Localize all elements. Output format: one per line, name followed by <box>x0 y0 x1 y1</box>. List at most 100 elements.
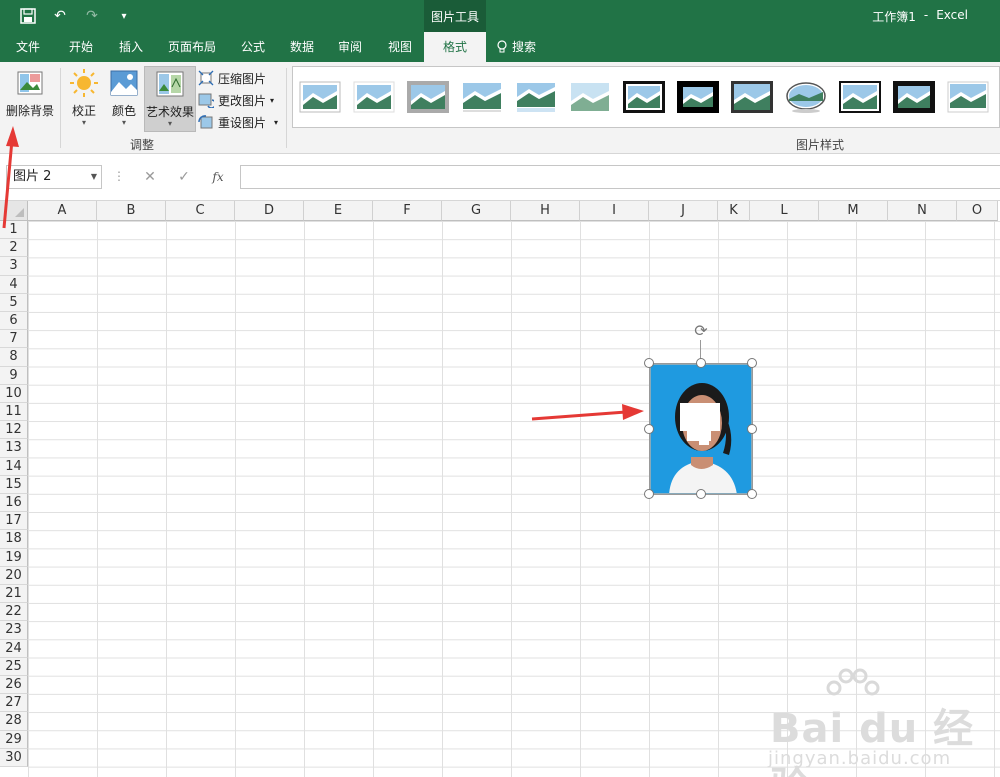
column-header[interactable]: O <box>957 201 998 221</box>
confirm-entry-button[interactable]: ✓ <box>174 167 194 187</box>
undo-icon[interactable]: ↶ <box>50 6 70 26</box>
picture-style-thumb[interactable] <box>515 81 557 113</box>
tab-review[interactable]: 审阅 <box>330 32 370 62</box>
row-header[interactable]: 9 <box>0 366 28 385</box>
rotate-handle-icon[interactable]: ⟳ <box>692 322 710 340</box>
insert-function-button[interactable]: fx <box>208 167 228 187</box>
row-header[interactable]: 20 <box>0 566 28 585</box>
row-header[interactable]: 14 <box>0 457 28 476</box>
save-icon[interactable] <box>18 6 38 26</box>
tab-view[interactable]: 视图 <box>380 32 420 62</box>
row-header[interactable]: 23 <box>0 621 28 640</box>
watermark-sub-text: jingyan.baidu.com <box>768 748 952 769</box>
column-header[interactable]: M <box>819 201 888 221</box>
color-button[interactable]: 颜色 ▾ <box>104 66 144 132</box>
resize-handle-top[interactable] <box>696 358 706 368</box>
row-header[interactable]: 17 <box>0 512 28 531</box>
column-header[interactable]: D <box>235 201 304 221</box>
resize-handle-left[interactable] <box>644 424 654 434</box>
column-header[interactable]: L <box>750 201 819 221</box>
row-header[interactable]: 11 <box>0 403 28 422</box>
picture-style-thumb[interactable] <box>461 81 503 113</box>
column-header[interactable]: N <box>888 201 957 221</box>
resize-handle-right[interactable] <box>747 424 757 434</box>
formula-bar-grip[interactable]: ⋮ <box>113 169 125 183</box>
column-header[interactable]: K <box>718 201 750 221</box>
column-header[interactable]: I <box>580 201 649 221</box>
row-header[interactable]: 2 <box>0 239 28 258</box>
column-header[interactable]: G <box>442 201 511 221</box>
picture-style-thumb[interactable] <box>947 81 989 113</box>
resize-handle-bottom[interactable] <box>696 489 706 499</box>
row-header[interactable]: 28 <box>0 712 28 731</box>
tab-file[interactable]: 文件 <box>4 32 52 62</box>
tab-format[interactable]: 格式 <box>424 32 486 62</box>
row-header[interactable]: 16 <box>0 494 28 513</box>
resize-handle-top-right[interactable] <box>747 358 757 368</box>
row-header[interactable]: 22 <box>0 603 28 622</box>
picture-style-thumb[interactable] <box>623 81 665 113</box>
reset-picture-button[interactable]: 重设图片 ▾ <box>198 112 278 132</box>
row-header[interactable]: 8 <box>0 348 28 367</box>
row-header[interactable]: 18 <box>0 530 28 549</box>
change-picture-button[interactable]: 更改图片 ▾ <box>198 90 274 110</box>
row-header[interactable]: 6 <box>0 312 28 331</box>
picture-style-thumb[interactable] <box>731 81 773 113</box>
tell-me-search[interactable]: 搜索 <box>496 32 556 62</box>
annotation-arrow-right <box>531 404 644 421</box>
compress-pictures-button[interactable]: 压缩图片 <box>198 68 266 88</box>
tab-data[interactable]: 数据 <box>282 32 322 62</box>
row-header[interactable]: 21 <box>0 585 28 604</box>
row-header[interactable]: 29 <box>0 730 28 749</box>
cancel-entry-button[interactable]: ✕ <box>140 167 160 187</box>
row-header[interactable]: 3 <box>0 257 28 276</box>
row-header[interactable]: 25 <box>0 657 28 676</box>
row-header[interactable]: 26 <box>0 676 28 695</box>
picture-style-thumb[interactable] <box>677 81 719 113</box>
formula-bar: 图片 2 ▼ ⋮ ✕ ✓ fx <box>0 155 1000 201</box>
group-label-adjust: 调整 <box>130 138 155 152</box>
artistic-effects-button[interactable]: 艺术效果 ▾ <box>144 66 196 132</box>
picture-style-thumb[interactable] <box>893 81 935 113</box>
search-label: 搜索 <box>512 40 537 54</box>
row-header[interactable]: 5 <box>0 293 28 312</box>
row-header[interactable]: 13 <box>0 439 28 458</box>
row-header[interactable]: 7 <box>0 330 28 349</box>
row-header[interactable]: 24 <box>0 639 28 658</box>
column-header[interactable]: H <box>511 201 580 221</box>
row-header[interactable]: 10 <box>0 384 28 403</box>
redo-icon[interactable]: ↷ <box>82 6 102 26</box>
row-header[interactable]: 19 <box>0 548 28 567</box>
corrections-button[interactable]: 校正 ▾ <box>64 66 104 132</box>
tab-insert[interactable]: 插入 <box>108 32 154 62</box>
formula-input[interactable] <box>240 165 1000 189</box>
picture-style-thumb[interactable] <box>353 81 395 113</box>
resize-handle-bottom-left[interactable] <box>644 489 654 499</box>
picture-style-thumb[interactable] <box>839 81 881 113</box>
picture-style-thumb[interactable] <box>569 81 611 113</box>
picture-style-thumb[interactable] <box>407 81 449 113</box>
chevron-down-icon: ▾ <box>270 95 275 105</box>
customize-qat-icon[interactable]: ▾ <box>114 6 134 26</box>
lightbulb-icon <box>497 40 507 53</box>
compress-icon <box>198 70 214 86</box>
column-header[interactable]: C <box>166 201 235 221</box>
row-header[interactable]: 30 <box>0 748 28 767</box>
row-header[interactable]: 15 <box>0 475 28 494</box>
chevron-down-icon[interactable]: ▼ <box>91 166 97 188</box>
column-header[interactable]: J <box>649 201 718 221</box>
tab-formulas[interactable]: 公式 <box>230 32 276 62</box>
column-header[interactable]: F <box>373 201 442 221</box>
row-header[interactable]: 27 <box>0 694 28 713</box>
resize-handle-top-left[interactable] <box>644 358 654 368</box>
row-header[interactable]: 4 <box>0 275 28 294</box>
picture-style-thumb[interactable] <box>299 81 341 113</box>
tab-home[interactable]: 开始 <box>56 32 106 62</box>
row-header[interactable]: 12 <box>0 421 28 440</box>
column-header[interactable]: B <box>97 201 166 221</box>
column-header[interactable]: A <box>28 201 97 221</box>
tab-page-layout[interactable]: 页面布局 <box>160 32 224 62</box>
column-header[interactable]: E <box>304 201 373 221</box>
picture-style-thumb[interactable] <box>785 81 827 113</box>
resize-handle-bottom-right[interactable] <box>747 489 757 499</box>
